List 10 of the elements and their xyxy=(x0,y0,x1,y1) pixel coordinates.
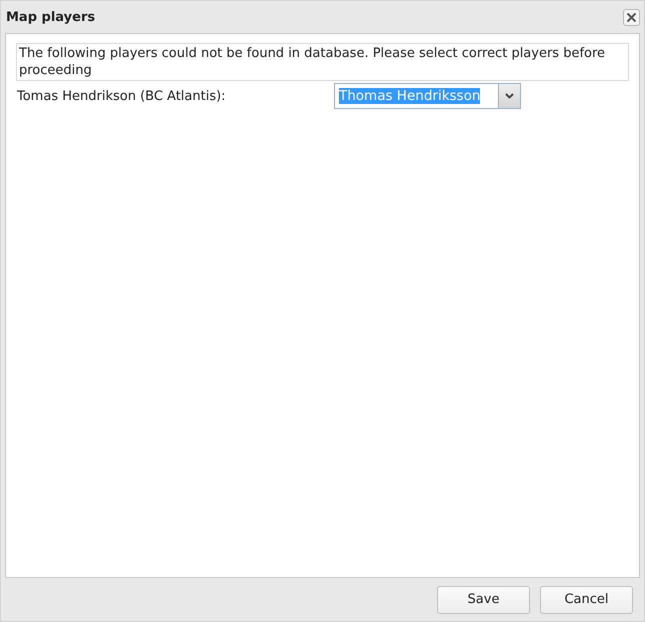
info-message: The following players could not be found in database. Please select correct players before proceeding xyxy=(16,43,629,81)
dropdown-button[interactable] xyxy=(498,84,520,108)
window-title: Map players xyxy=(6,10,96,24)
player-label: Tomas Hendrikson (BC Atlantis): xyxy=(16,88,227,104)
close-icon xyxy=(626,12,637,22)
dialog-button[interactable]: Save xyxy=(437,586,530,614)
close-button[interactable] xyxy=(623,8,640,26)
dialog-button[interactable]: Cancel xyxy=(540,586,633,614)
chevron-down-icon xyxy=(505,93,514,99)
combobox-value: Thomas Hendriksson xyxy=(339,88,480,104)
